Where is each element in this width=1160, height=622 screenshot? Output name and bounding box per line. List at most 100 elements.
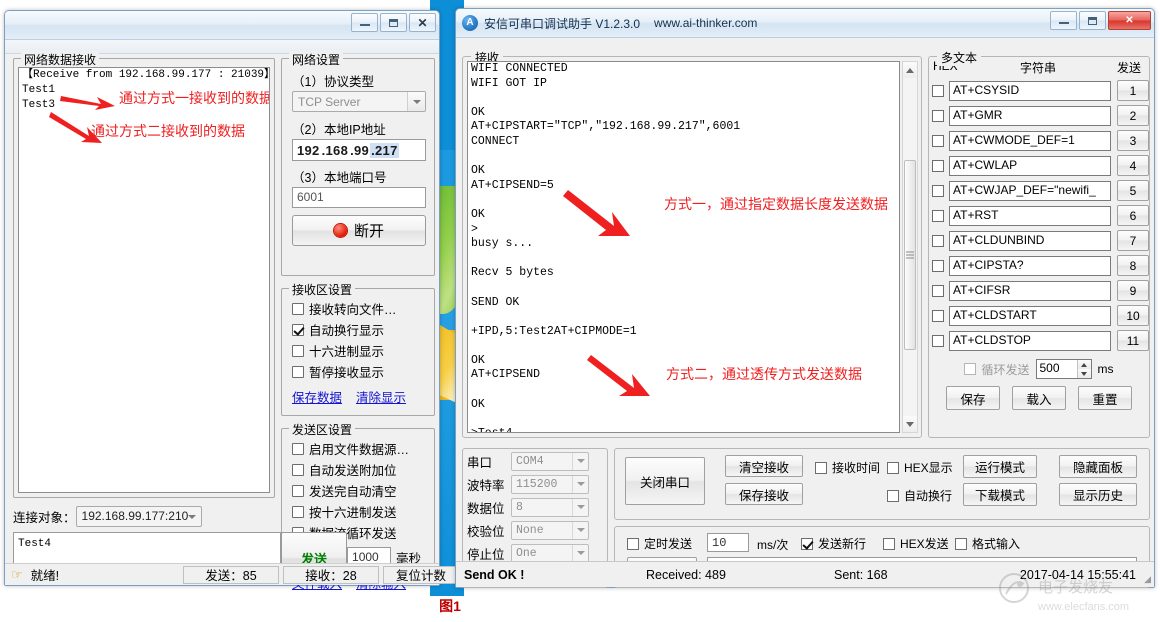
baudrate-combobox[interactable]: 115200 <box>511 474 589 494</box>
checkbox-clear-after-send[interactable]: 发送完自动清空 <box>292 481 421 500</box>
save-receive-button[interactable]: 保存接收 <box>725 483 803 505</box>
parity-label: 校验位 <box>467 524 505 539</box>
checkbox-auto-wrap[interactable]: 自动换行 <box>887 487 952 504</box>
disconnect-button[interactable]: 断开 <box>292 215 426 246</box>
show-history-button[interactable]: 显示历史 <box>1059 483 1137 506</box>
hex-checkbox[interactable] <box>932 134 944 147</box>
checkbox-hex-display[interactable]: 十六进制显示 <box>292 341 406 360</box>
close-button[interactable]: ✕ <box>409 13 436 32</box>
protocol-type-label: （1）协议类型 <box>292 75 374 89</box>
hex-checkbox[interactable] <box>932 259 944 272</box>
scrollbar-thumb[interactable] <box>904 160 916 350</box>
send-slot-button[interactable]: 2 <box>1117 105 1149 126</box>
hex-checkbox[interactable] <box>932 159 944 172</box>
checkbox-format-input[interactable]: 格式输入 <box>955 535 1020 552</box>
run-mode-button[interactable]: 运行模式 <box>963 455 1037 478</box>
clear-receive-button[interactable]: 清空接收 <box>725 455 803 477</box>
save-data-link[interactable]: 保存数据 <box>292 387 342 406</box>
scroll-up-icon[interactable] <box>903 62 917 78</box>
recv-line <box>468 412 899 427</box>
send-slot-button[interactable]: 4 <box>1117 155 1149 176</box>
hex-checkbox[interactable] <box>932 209 944 222</box>
screenshot-root: ✕ 网络数据接收 【Receive from 192.168.99.177 : … <box>0 0 1160 622</box>
command-input[interactable]: AT+CWLAP <box>949 155 1111 176</box>
checkbox-send-as-hex[interactable]: 按十六进制发送 <box>292 502 421 521</box>
checkbox-auto-wrap-display[interactable]: 自动换行显示 <box>292 320 406 339</box>
recv-line: AT+CIPSEND=5 <box>471 178 554 192</box>
send-slot-button[interactable]: 7 <box>1117 230 1149 251</box>
command-input[interactable]: AT+CWJAP_DEF="newifi_ <box>949 180 1111 201</box>
send-slot-button[interactable]: 6 <box>1117 205 1149 226</box>
clear-display-link[interactable]: 清除显示 <box>356 387 406 406</box>
protocol-type-combobox[interactable]: TCP Server <box>292 91 426 112</box>
hide-panel-button[interactable]: 隐藏面板 <box>1059 455 1137 478</box>
checkbox-label: 接收时间 <box>832 461 881 475</box>
ip-segment-1: 192 <box>297 142 320 158</box>
hex-checkbox[interactable] <box>932 334 944 347</box>
checkbox-pause-receive[interactable]: 暂停接收显示 <box>292 362 406 381</box>
hex-checkbox[interactable] <box>932 234 944 247</box>
checkbox-box <box>292 463 304 476</box>
command-input[interactable]: AT+CLDSTART <box>949 305 1111 326</box>
checkbox-enable-file-source[interactable]: 启用文件数据源… <box>292 439 421 458</box>
loop-send-checkbox[interactable]: 循环发送 <box>964 361 1030 378</box>
loop-interval-spinner[interactable]: 500 <box>1035 359 1092 379</box>
checkbox-hex-display[interactable]: HEX显示 <box>887 459 953 476</box>
command-input[interactable]: AT+CLDSTOP <box>949 330 1111 351</box>
spinner-up-icon[interactable] <box>1076 360 1091 369</box>
local-port-input[interactable]: 6001 <box>292 187 426 208</box>
connect-target-combobox[interactable]: 192.168.99.177:210 <box>75 506 202 527</box>
checkbox-receive-time[interactable]: 接收时间 <box>815 459 880 476</box>
send-slot-button[interactable]: 11 <box>1117 330 1149 351</box>
send-slot-button[interactable]: 10 <box>1117 305 1149 326</box>
send-slot-button[interactable]: 3 <box>1117 130 1149 151</box>
command-input[interactable]: AT+CSYSID <box>949 80 1111 101</box>
right-window-titlebar[interactable]: A 安信可串口调试助手 V1.2.3.0 www.ai-thinker.com … <box>456 9 1154 38</box>
hex-checkbox[interactable] <box>932 184 944 197</box>
maximize-button[interactable] <box>380 13 407 32</box>
hex-checkbox[interactable] <box>932 309 944 322</box>
reset-multitext-button[interactable]: 重置 <box>1078 386 1132 410</box>
spinner-down-icon[interactable] <box>1076 369 1091 378</box>
scroll-down-icon[interactable] <box>903 416 917 432</box>
send-slot-button[interactable]: 9 <box>1117 280 1149 301</box>
save-multitext-button[interactable]: 保存 <box>946 386 1000 410</box>
checkbox-timed-send[interactable]: 定时发送 <box>627 535 692 552</box>
serial-annotation-1: 方式一，通过指定数据长度发送数据 <box>664 196 888 212</box>
parity-combobox[interactable]: None <box>511 520 589 540</box>
command-input[interactable]: AT+CIPSTA? <box>949 255 1111 276</box>
minimize-button[interactable] <box>1050 11 1077 30</box>
send-slot-button[interactable]: 8 <box>1117 255 1149 276</box>
network-receive-textarea[interactable]: 【Receive from 192.168.99.177 : 21039】: T… <box>18 67 270 493</box>
serial-receive-scrollbar[interactable] <box>902 61 918 433</box>
local-ip-input[interactable]: 192 .168 .99 .217 <box>292 139 426 161</box>
checkbox-auto-append[interactable]: 自动发送附加位 <box>292 460 421 479</box>
stopbits-combobox[interactable]: One <box>511 543 589 563</box>
close-button[interactable]: ✕ <box>1108 11 1151 30</box>
serial-port-combobox[interactable]: COM4 <box>511 451 589 471</box>
timed-send-interval-input[interactable]: 10 <box>707 533 749 552</box>
minimize-button[interactable] <box>351 13 378 32</box>
maximize-button[interactable] <box>1079 11 1106 30</box>
command-input[interactable]: AT+CWMODE_DEF=1 <box>949 130 1111 151</box>
command-input[interactable]: AT+CLDUNBIND <box>949 230 1111 251</box>
command-input[interactable]: AT+RST <box>949 205 1111 226</box>
hex-checkbox[interactable] <box>932 284 944 297</box>
checkbox-hex-send[interactable]: HEX发送 <box>883 535 949 552</box>
serial-receive-textarea[interactable]: WIFI CONNECTED WIFI GOT IP OK AT+CIPSTAR… <box>467 61 900 433</box>
databits-combobox[interactable]: 8 <box>511 497 589 517</box>
send-slot-button[interactable]: 1 <box>1117 80 1149 101</box>
send-slot-button[interactable]: 5 <box>1117 180 1149 201</box>
checkbox-recv-to-file[interactable]: 接收转向文件… <box>292 299 406 318</box>
close-serial-button[interactable]: 关闭串口 <box>625 457 705 505</box>
checkbox-send-newline[interactable]: 发送新行 <box>801 535 866 552</box>
command-input[interactable]: AT+CIFSR <box>949 280 1111 301</box>
download-mode-button[interactable]: 下载模式 <box>963 483 1037 506</box>
serial-control-group: 关闭串口 清空接收 保存接收 接收时间 HEX显示 自动换行 运行模式 下载模式… <box>614 448 1150 520</box>
left-window-titlebar[interactable]: ✕ <box>5 11 439 40</box>
reset-counter-button[interactable]: 复位计数 <box>383 565 459 584</box>
command-input[interactable]: AT+GMR <box>949 105 1111 126</box>
load-multitext-button[interactable]: 载入 <box>1012 386 1066 410</box>
hex-checkbox[interactable] <box>932 84 944 97</box>
hex-checkbox[interactable] <box>932 109 944 122</box>
